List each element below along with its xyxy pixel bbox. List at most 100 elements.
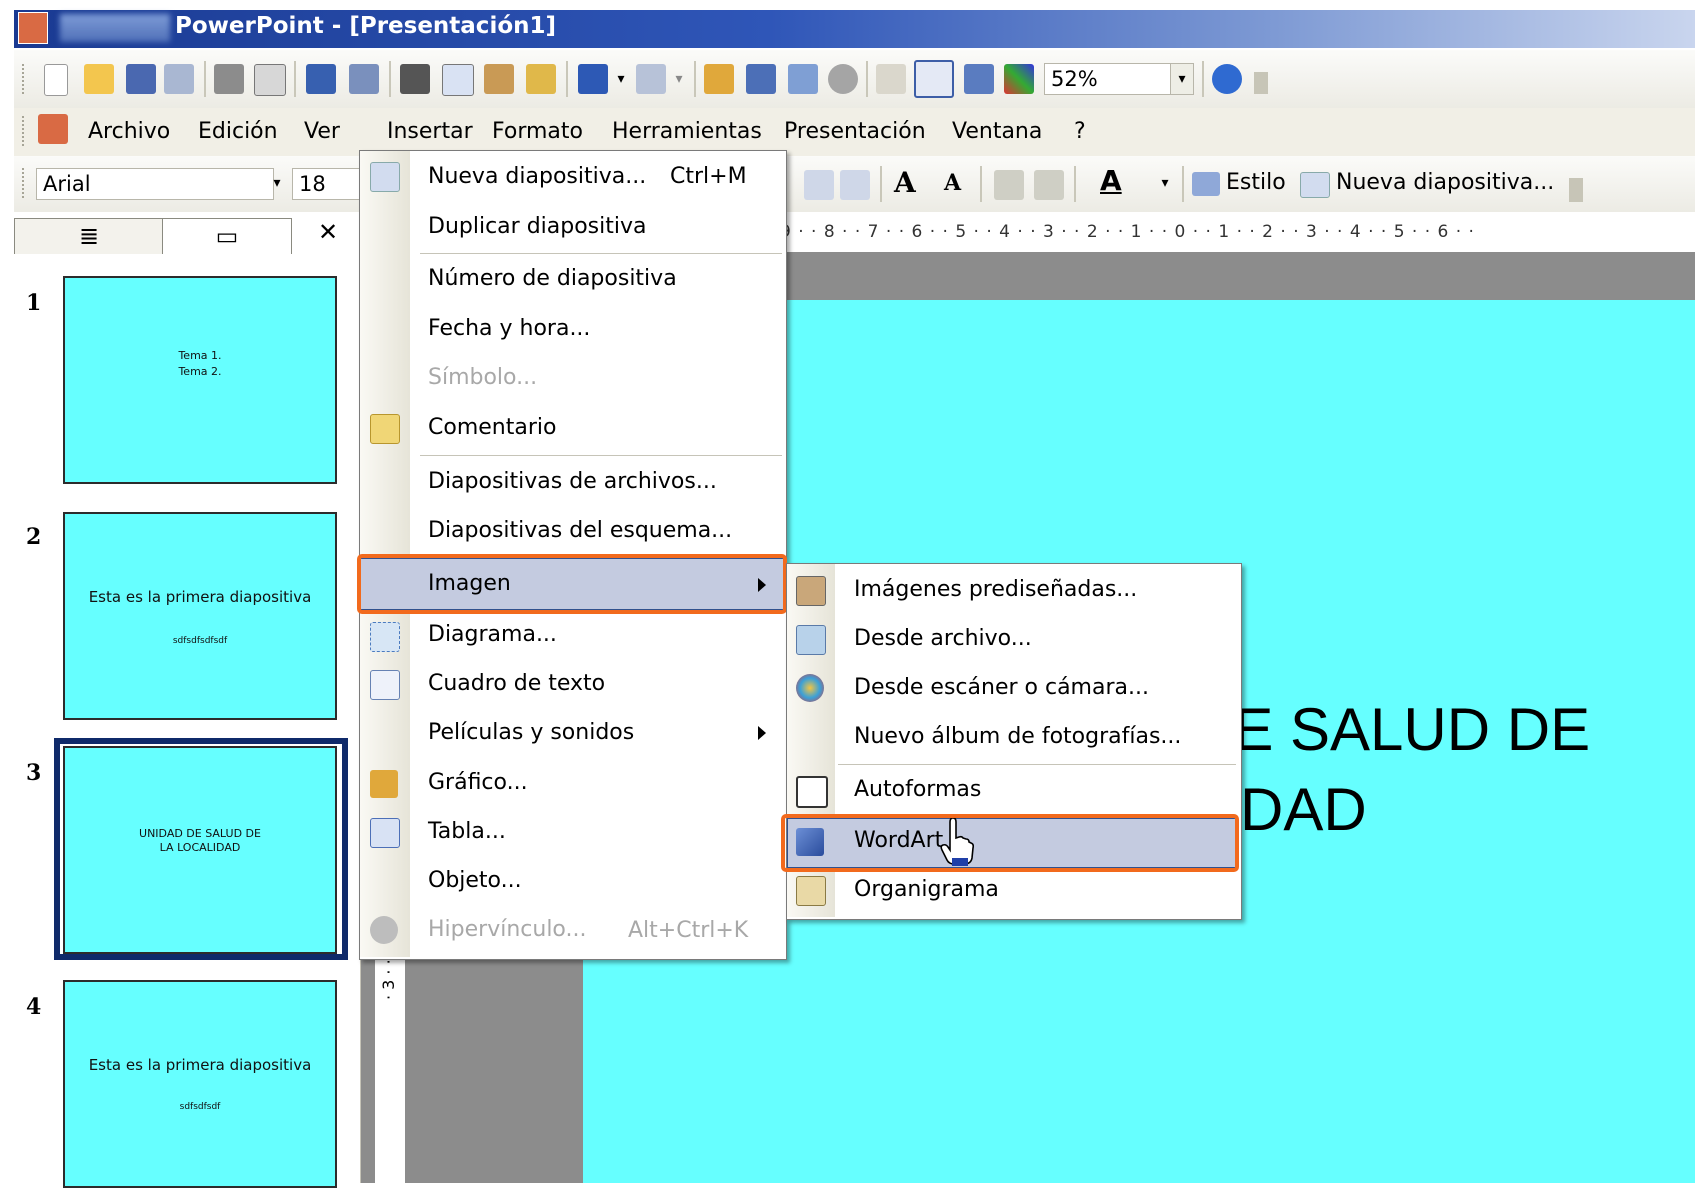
menu-item-diagrama[interactable]: Diagrama... xyxy=(428,612,557,658)
redo-dropdown-icon[interactable]: ▾ xyxy=(668,64,690,94)
menu-item-nueva-diapositiva[interactable]: Nueva diapositiva... xyxy=(428,154,646,200)
tables-borders-icon[interactable] xyxy=(788,64,818,94)
menu-archivo[interactable]: Archivo xyxy=(88,116,170,148)
print-icon[interactable] xyxy=(214,64,244,94)
diagram-icon xyxy=(370,622,400,652)
numbering-icon[interactable] xyxy=(804,170,834,200)
slide-title-line-1[interactable]: DE SALUD DE xyxy=(1190,695,1590,764)
spelling-icon[interactable] xyxy=(306,64,336,94)
menu-item-numero-diapositiva[interactable]: Número de diapositiva xyxy=(428,256,677,302)
menu-item-autoformas[interactable]: Autoformas xyxy=(854,767,981,813)
menu-herramientas[interactable]: Herramientas xyxy=(612,116,762,148)
menu-edicion[interactable]: Edición xyxy=(198,116,278,148)
toolbar-options-icon[interactable] xyxy=(1254,72,1268,94)
menu-item-nuevo-album[interactable]: Nuevo álbum de fotografías... xyxy=(854,714,1181,760)
cut-icon[interactable] xyxy=(400,64,430,94)
decrease-font-icon[interactable]: A xyxy=(944,170,961,196)
toolbar-grip[interactable] xyxy=(22,168,28,198)
window-title: PowerPoint - [Presentación1] xyxy=(175,13,557,39)
powerpoint-app-icon[interactable] xyxy=(18,12,48,44)
slide-thumbnail-2[interactable]: Esta es la primera diapositiva sdfsdfsdf… xyxy=(63,512,337,720)
menu-item-diapositivas-archivos[interactable]: Diapositivas de archivos... xyxy=(428,459,717,505)
font-combobox[interactable]: Arial xyxy=(36,168,274,200)
separator xyxy=(694,61,696,97)
menu-item-imagen[interactable]: Imagen xyxy=(428,561,511,607)
increase-indent-icon[interactable] xyxy=(1034,170,1064,200)
menu-item-fecha-hora[interactable]: Fecha y hora... xyxy=(428,306,590,352)
menu-ver[interactable]: Ver xyxy=(304,116,340,148)
undo-icon[interactable] xyxy=(578,64,608,94)
menu-formato[interactable]: Formato xyxy=(492,116,583,148)
toolbar-grip[interactable] xyxy=(22,64,28,94)
hyperlink-icon xyxy=(370,916,398,944)
menu-ventana[interactable]: Ventana xyxy=(952,116,1042,148)
research-icon[interactable] xyxy=(349,64,379,94)
slide-number: 3 xyxy=(26,760,42,786)
separator xyxy=(1182,166,1184,202)
menu-item-imagenes-predisenadas[interactable]: Imágenes prediseñadas... xyxy=(854,567,1137,613)
menu-item-cuadro-texto[interactable]: Cuadro de texto xyxy=(428,661,605,707)
menu-item-grafico[interactable]: Gráfico... xyxy=(428,760,528,806)
decrease-indent-icon[interactable] xyxy=(994,170,1024,200)
menu-item-tabla[interactable]: Tabla... xyxy=(428,809,506,855)
color-grayscale-icon[interactable] xyxy=(1004,64,1034,94)
annotation-box-imagen xyxy=(357,554,787,614)
menu-item-objeto[interactable]: Objeto... xyxy=(428,858,522,904)
save-icon[interactable] xyxy=(126,64,156,94)
copy-icon[interactable] xyxy=(442,64,474,96)
format-painter-icon[interactable] xyxy=(526,64,556,94)
new-icon[interactable] xyxy=(44,64,68,96)
document-menu-icon[interactable] xyxy=(38,114,68,144)
separator xyxy=(204,61,206,97)
menu-item-duplicar-diapositiva[interactable]: Duplicar diapositiva xyxy=(428,204,647,250)
slide-thumbnail-4[interactable]: Esta es la primera diapositiva sdfsdfsdf xyxy=(63,980,337,1188)
open-icon[interactable] xyxy=(84,64,114,94)
menu-item-desde-escaner[interactable]: Desde escáner o cámara... xyxy=(854,665,1149,711)
insert-table-icon[interactable] xyxy=(746,64,776,94)
slide-thumbnail-1[interactable]: Tema 1. Tema 2. xyxy=(63,276,337,484)
menu-item-diapositivas-esquema[interactable]: Diapositivas del esquema... xyxy=(428,508,732,554)
permission-icon[interactable] xyxy=(164,64,194,94)
menu-item-hipervinculo[interactable]: Hipervínculo... xyxy=(428,907,586,953)
font-color-icon[interactable]: A xyxy=(1100,164,1122,197)
expand-all-icon[interactable] xyxy=(876,64,906,94)
menubar-grip[interactable] xyxy=(22,116,28,146)
menu-item-desde-archivo[interactable]: Desde archivo... xyxy=(854,616,1032,662)
zoom-combobox[interactable]: 52% xyxy=(1044,63,1174,95)
menu-item-wordart[interactable]: WordArt xyxy=(854,818,943,864)
slide-thumbnail-3[interactable]: UNIDAD DE SALUD DE LA LOCALIDAD xyxy=(63,746,337,954)
help-icon[interactable] xyxy=(1212,64,1242,94)
separator xyxy=(866,61,868,97)
menu-presentacion[interactable]: Presentación xyxy=(784,116,926,148)
increase-font-icon[interactable]: A xyxy=(894,166,916,199)
menu-item-comentario[interactable]: Comentario xyxy=(428,405,556,451)
new-slide-button[interactable]: Nueva diapositiva... xyxy=(1336,170,1554,195)
undo-dropdown-icon[interactable]: ▾ xyxy=(610,64,632,94)
bullets-icon[interactable] xyxy=(840,170,870,200)
menu-insertar[interactable]: Insertar xyxy=(387,116,473,148)
menu-separator xyxy=(420,253,782,254)
tab-outline[interactable]: ≣ xyxy=(14,218,164,254)
hyperlink-icon[interactable] xyxy=(828,64,858,94)
font-color-dropdown-icon[interactable]: ▾ xyxy=(1154,168,1176,198)
tab-slides[interactable]: ▭ xyxy=(162,218,292,254)
font-dropdown-icon[interactable]: ▾ xyxy=(266,168,288,198)
zoom-dropdown-icon[interactable]: ▾ xyxy=(1170,63,1194,95)
show-formatting-icon[interactable] xyxy=(914,60,954,98)
slide-number: 2 xyxy=(26,524,42,550)
insert-chart-icon[interactable] xyxy=(704,64,734,94)
comment-icon xyxy=(370,414,400,444)
style-icon[interactable] xyxy=(1192,172,1220,196)
close-panel-icon[interactable]: ✕ xyxy=(318,218,338,246)
toolbar-options-icon[interactable] xyxy=(1569,178,1583,202)
style-button[interactable]: Estilo xyxy=(1226,170,1286,195)
menu-item-organigrama[interactable]: Organigrama xyxy=(854,867,999,913)
paste-icon[interactable] xyxy=(484,64,514,94)
new-slide-icon[interactable] xyxy=(1300,172,1330,198)
menu-item-peliculas-sonidos[interactable]: Películas y sonidos xyxy=(428,710,634,756)
redo-icon[interactable] xyxy=(636,64,666,94)
print-preview-icon[interactable] xyxy=(254,64,286,96)
menu-ayuda[interactable]: ? xyxy=(1074,116,1086,148)
menu-item-simbolo[interactable]: Símbolo... xyxy=(428,355,537,401)
show-grid-icon[interactable] xyxy=(964,64,994,94)
